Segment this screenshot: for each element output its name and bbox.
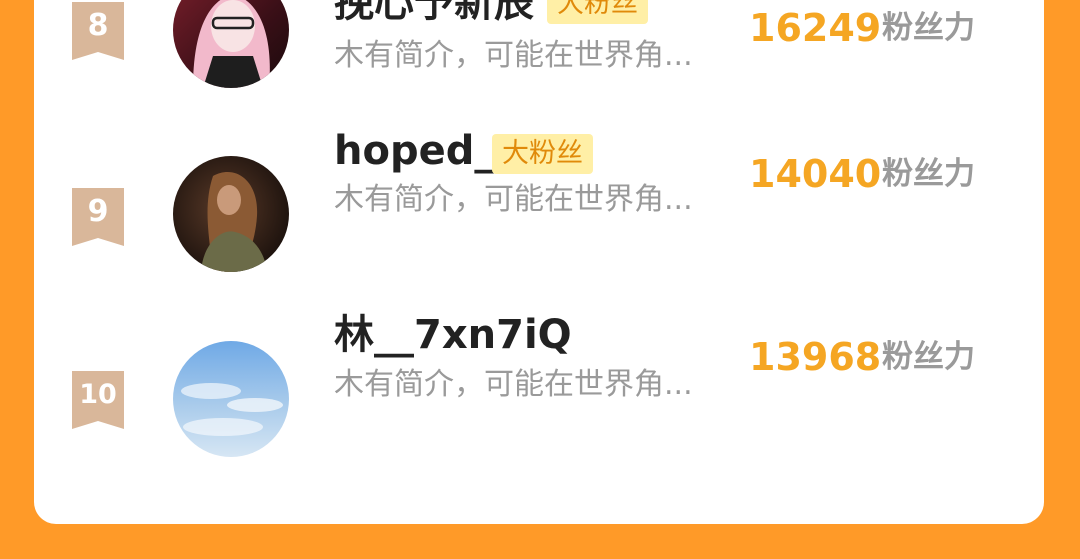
- fan-bio: 木有简介，可能在世界角...: [334, 38, 693, 73]
- avatar[interactable]: [173, 341, 289, 457]
- fan-bio: 木有简介，可能在世界角...: [334, 182, 693, 217]
- list-item[interactable]: 10 林__7xn7iQ 木有简介，可能在世界角... 13968 粉丝力: [34, 312, 1044, 485]
- rank-number: 8: [87, 8, 109, 43]
- fan-level-tag: 大粉丝: [547, 0, 648, 24]
- rank-number: 10: [79, 379, 117, 410]
- rank-badge: 10: [72, 371, 124, 431]
- fan-name[interactable]: 挽心予新辰: [334, 0, 534, 26]
- fan-score-unit: 粉丝力: [882, 156, 975, 192]
- fan-score-unit: 粉丝力: [882, 10, 975, 46]
- rank-badge: 8: [72, 2, 124, 62]
- fan-bio: 木有简介，可能在世界角...: [334, 367, 693, 402]
- fan-score-unit: 粉丝力: [882, 339, 975, 375]
- avatar[interactable]: [173, 156, 289, 272]
- fan-score: 13968: [749, 335, 882, 379]
- fan-name[interactable]: 林__7xn7iQ: [334, 312, 572, 358]
- avatar[interactable]: [173, 0, 289, 88]
- fan-level-tag: 大粉丝: [492, 134, 593, 174]
- rank-badge: 9: [72, 188, 124, 248]
- fan-ranking-card: 8 挽心予新辰 大粉丝 木有简介，可能在世界角... 16249 粉丝力 9 h…: [34, 0, 1044, 524]
- fan-score: 16249: [749, 6, 882, 50]
- list-item[interactable]: 9 hoped_ 大粉丝 木有简介，可能在世界角... 14040 粉丝力: [34, 128, 1044, 298]
- rank-number: 9: [87, 194, 109, 229]
- fan-score: 14040: [749, 152, 882, 196]
- list-item[interactable]: 8 挽心予新辰 大粉丝 木有简介，可能在世界角... 16249 粉丝力: [34, 0, 1044, 110]
- fan-name[interactable]: hoped_: [334, 128, 494, 174]
